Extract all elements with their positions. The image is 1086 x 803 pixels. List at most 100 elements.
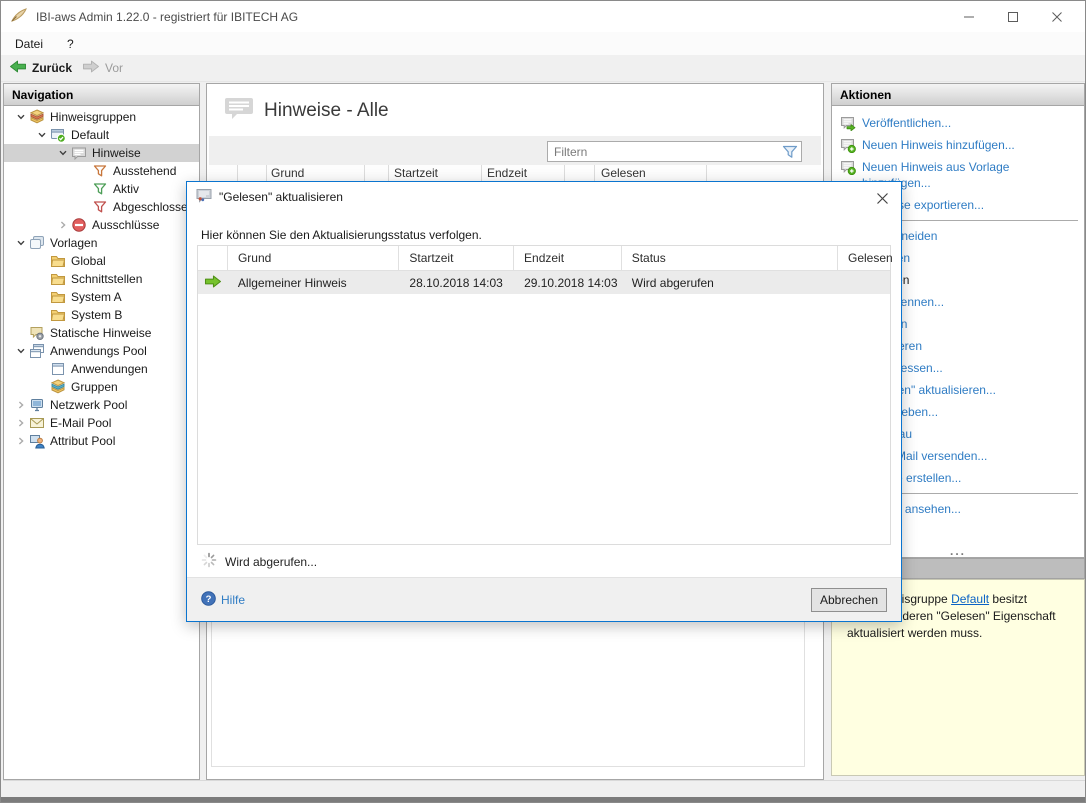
chevron-down-icon[interactable] bbox=[12, 109, 29, 125]
folder-icon bbox=[50, 289, 66, 305]
help-label: Hilfe bbox=[221, 593, 245, 607]
funnel-red-icon bbox=[92, 199, 108, 215]
nav-item-label: Anwendungs Pool bbox=[50, 344, 147, 358]
app-window: IBI-aws Admin 1.22.0 - registriert für I… bbox=[0, 0, 1086, 803]
nav-item-gruppen[interactable]: Gruppen bbox=[4, 378, 199, 396]
nav-item-label: Default bbox=[71, 128, 109, 142]
menu-item-help[interactable]: ? bbox=[57, 34, 84, 54]
note-publish-icon bbox=[840, 115, 856, 131]
maximize-button[interactable] bbox=[991, 1, 1035, 32]
nav-item-schnittstellen[interactable]: Schnittstellen bbox=[4, 270, 199, 288]
tree-arrow-spacer bbox=[33, 379, 50, 395]
forward-arrow-icon bbox=[82, 59, 100, 77]
tree-arrow-spacer bbox=[33, 253, 50, 269]
dialog-close-icon[interactable] bbox=[873, 189, 891, 207]
app-logo-icon bbox=[10, 7, 28, 26]
chevron-down-icon[interactable] bbox=[33, 127, 50, 143]
column-gelesen[interactable]: Gelesen bbox=[601, 166, 646, 180]
nav-item-label: Hinweise bbox=[92, 146, 141, 160]
action-label: Veröffentlichen... bbox=[862, 115, 951, 131]
tree-arrow-spacer bbox=[33, 271, 50, 287]
chevron-down-icon[interactable] bbox=[12, 235, 29, 251]
dialog-column-status[interactable]: Status bbox=[622, 246, 838, 270]
filter-input[interactable] bbox=[548, 143, 779, 160]
nav-item-hinweise[interactable]: Hinweise bbox=[4, 144, 199, 162]
nav-item-vorlagen[interactable]: Vorlagen bbox=[4, 234, 199, 252]
dialog-table-row[interactable]: Allgemeiner Hinweis28.10.2018 14:0329.10… bbox=[198, 271, 890, 294]
status-bar bbox=[3, 780, 1085, 799]
dialog-footer: ? Hilfe Abbrechen bbox=[187, 577, 901, 621]
nav-item-aktiv[interactable]: Aktiv bbox=[4, 180, 199, 198]
nav-item-label: Abgeschlossen bbox=[113, 200, 194, 214]
column-endzeit[interactable]: Endzeit bbox=[487, 166, 527, 180]
column-startzeit[interactable]: Startzeit bbox=[394, 166, 438, 180]
group-stack2-icon bbox=[50, 379, 66, 395]
forward-button[interactable]: Vor bbox=[82, 59, 123, 77]
nav-item-label: Vorlagen bbox=[50, 236, 97, 250]
forward-label: Vor bbox=[105, 61, 123, 75]
tree-arrow-spacer bbox=[33, 361, 50, 377]
nav-item-attribut-pool[interactable]: Attribut Pool bbox=[4, 432, 199, 450]
chevron-right-icon[interactable] bbox=[12, 433, 29, 449]
app-pool-icon bbox=[29, 343, 45, 359]
dialog-column-startzeit[interactable]: Startzeit bbox=[399, 246, 514, 270]
nav-item-label: Ausstehend bbox=[113, 164, 176, 178]
nav-item-system-a[interactable]: System A bbox=[4, 288, 199, 306]
tree-arrow-spacer bbox=[75, 181, 92, 197]
navigation-panel: Navigation HinweisgruppenDefaultHinweise… bbox=[3, 83, 200, 780]
nav-item-label: Anwendungen bbox=[71, 362, 148, 376]
filter-funnel-icon[interactable] bbox=[779, 145, 801, 159]
actions-panel-header: Aktionen bbox=[832, 84, 1084, 106]
column-grund[interactable]: Grund bbox=[271, 166, 304, 180]
nav-item-system-b[interactable]: System B bbox=[4, 306, 199, 324]
mail-icon bbox=[29, 415, 45, 431]
cancel-button[interactable]: Abbrechen bbox=[811, 588, 887, 612]
default-group-link[interactable]: Default bbox=[951, 592, 989, 606]
navigation-tree: Hinweisgruppen Default Hinweise Ausstehend A… bbox=[4, 108, 199, 779]
chevron-right-icon[interactable] bbox=[12, 415, 29, 431]
dialog-status-table: GrundStartzeitEndzeitStatusGelesen Allge… bbox=[197, 245, 891, 545]
chevron-down-icon[interactable] bbox=[54, 145, 71, 161]
action-neuen-hinweis-hinzufügen[interactable]: Neuen Hinweis hinzufügen... bbox=[838, 134, 1080, 156]
nav-item-statische-hinweise[interactable]: Statische Hinweise bbox=[4, 324, 199, 342]
title-bar: IBI-aws Admin 1.22.0 - registriert für I… bbox=[1, 1, 1085, 32]
nav-item-abgeschlossen[interactable]: Abgeschlossen bbox=[4, 198, 199, 216]
minimize-button[interactable] bbox=[947, 1, 991, 32]
back-button[interactable]: Zurück bbox=[9, 59, 72, 77]
folder-icon bbox=[50, 307, 66, 323]
tree-arrow-spacer bbox=[33, 307, 50, 323]
nav-item-label: Ausschlüsse bbox=[92, 218, 159, 232]
dialog-column-gelesen[interactable]: Gelesen bbox=[838, 246, 890, 270]
action-label: Neuen Hinweis hinzufügen... bbox=[862, 137, 1015, 153]
nav-item-label: Statische Hinweise bbox=[50, 326, 151, 340]
nav-item-default[interactable]: Default bbox=[4, 126, 199, 144]
attribute-icon bbox=[29, 433, 45, 449]
funnel-green-icon bbox=[92, 181, 108, 197]
tree-arrow-spacer bbox=[33, 289, 50, 305]
nav-item-anwendungs-pool[interactable]: Anwendungs Pool bbox=[4, 342, 199, 360]
chevron-right-icon[interactable] bbox=[54, 217, 71, 233]
dialog-column-grund[interactable]: Grund bbox=[228, 246, 399, 270]
network-icon bbox=[29, 397, 45, 413]
nav-item-e-mail-pool[interactable]: E-Mail Pool bbox=[4, 414, 199, 432]
nav-item-anwendungen[interactable]: Anwendungen bbox=[4, 360, 199, 378]
tree-arrow-spacer bbox=[75, 163, 92, 179]
toolbar: Zurück Vor bbox=[1, 55, 1085, 82]
nav-item-netzwerk-pool[interactable]: Netzwerk Pool bbox=[4, 396, 199, 414]
help-link[interactable]: ? Hilfe bbox=[201, 591, 245, 609]
nav-item-ausschlüsse[interactable]: Ausschlüsse bbox=[4, 216, 199, 234]
chevron-right-icon[interactable] bbox=[12, 397, 29, 413]
dialog-note-icon bbox=[196, 188, 212, 206]
nav-item-hinweisgruppen[interactable]: Hinweisgruppen bbox=[4, 108, 199, 126]
close-button[interactable] bbox=[1035, 1, 1079, 32]
menu-item-datei[interactable]: Datei bbox=[5, 34, 53, 54]
app-window-icon bbox=[50, 361, 66, 377]
chevron-down-icon[interactable] bbox=[12, 343, 29, 359]
action-veröffentlichen[interactable]: Veröffentlichen... bbox=[838, 112, 1080, 134]
dialog-column-endzeit[interactable]: Endzeit bbox=[514, 246, 622, 270]
nav-item-global[interactable]: Global bbox=[4, 252, 199, 270]
static-note-icon bbox=[29, 325, 45, 341]
hinweise-table-header: Grund Startzeit Endzeit Gelesen bbox=[209, 165, 821, 182]
dialog-column-icon[interactable] bbox=[198, 246, 228, 270]
nav-item-ausstehend[interactable]: Ausstehend bbox=[4, 162, 199, 180]
